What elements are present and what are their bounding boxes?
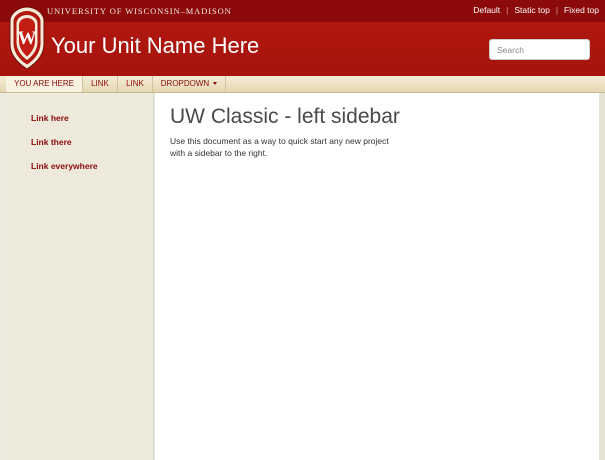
university-name[interactable]: UNIVERSITY OF WISCONSIN–MADISON bbox=[47, 6, 232, 16]
crest-letter: W bbox=[18, 28, 37, 49]
nav-you-are-here[interactable]: YOU ARE HERE bbox=[6, 76, 83, 92]
nav-link-1[interactable]: LINK bbox=[83, 76, 118, 92]
nav-link-2[interactable]: LINK bbox=[118, 76, 153, 92]
divider: | bbox=[555, 5, 559, 15]
nav-dropdown-label: DROPDOWN bbox=[160, 79, 210, 88]
main-content: UW Classic - left sidebar Use this docum… bbox=[155, 93, 599, 460]
page-title: UW Classic - left sidebar bbox=[170, 105, 400, 128]
layout-links: Default | Static top | Fixed top bbox=[473, 5, 599, 15]
static-top-link[interactable]: Static top bbox=[514, 5, 549, 15]
lead-line-1: Use this document as a way to quick star… bbox=[170, 136, 389, 146]
default-layout-link[interactable]: Default bbox=[473, 5, 500, 15]
sidebar-link-there[interactable]: Link there bbox=[31, 137, 72, 147]
lead-paragraph: Use this document as a way to quick star… bbox=[170, 135, 420, 159]
site-header: Your Unit Name Here bbox=[0, 22, 605, 76]
sidebar-link-everywhere[interactable]: Link everywhere bbox=[31, 161, 98, 171]
main-nav: YOU ARE HERE LINK LINK DROPDOWN bbox=[0, 76, 605, 93]
fixed-top-link[interactable]: Fixed top bbox=[564, 5, 599, 15]
divider: | bbox=[506, 5, 509, 15]
sidebar-link-here[interactable]: Link here bbox=[31, 113, 69, 123]
search-input[interactable] bbox=[489, 39, 590, 60]
uw-crest-logo[interactable]: W bbox=[7, 6, 47, 70]
site-title[interactable]: Your Unit Name Here bbox=[51, 33, 259, 59]
caret-down-icon bbox=[213, 82, 218, 86]
left-sidebar: Link here Link there Link everywhere bbox=[6, 93, 154, 460]
nav-dropdown[interactable]: DROPDOWN bbox=[153, 76, 226, 92]
lead-line-2: with a sidebar to the right. bbox=[170, 148, 268, 158]
page-edge bbox=[599, 93, 605, 460]
global-topbar: UNIVERSITY OF WISCONSIN–MADISON Default … bbox=[0, 0, 605, 22]
